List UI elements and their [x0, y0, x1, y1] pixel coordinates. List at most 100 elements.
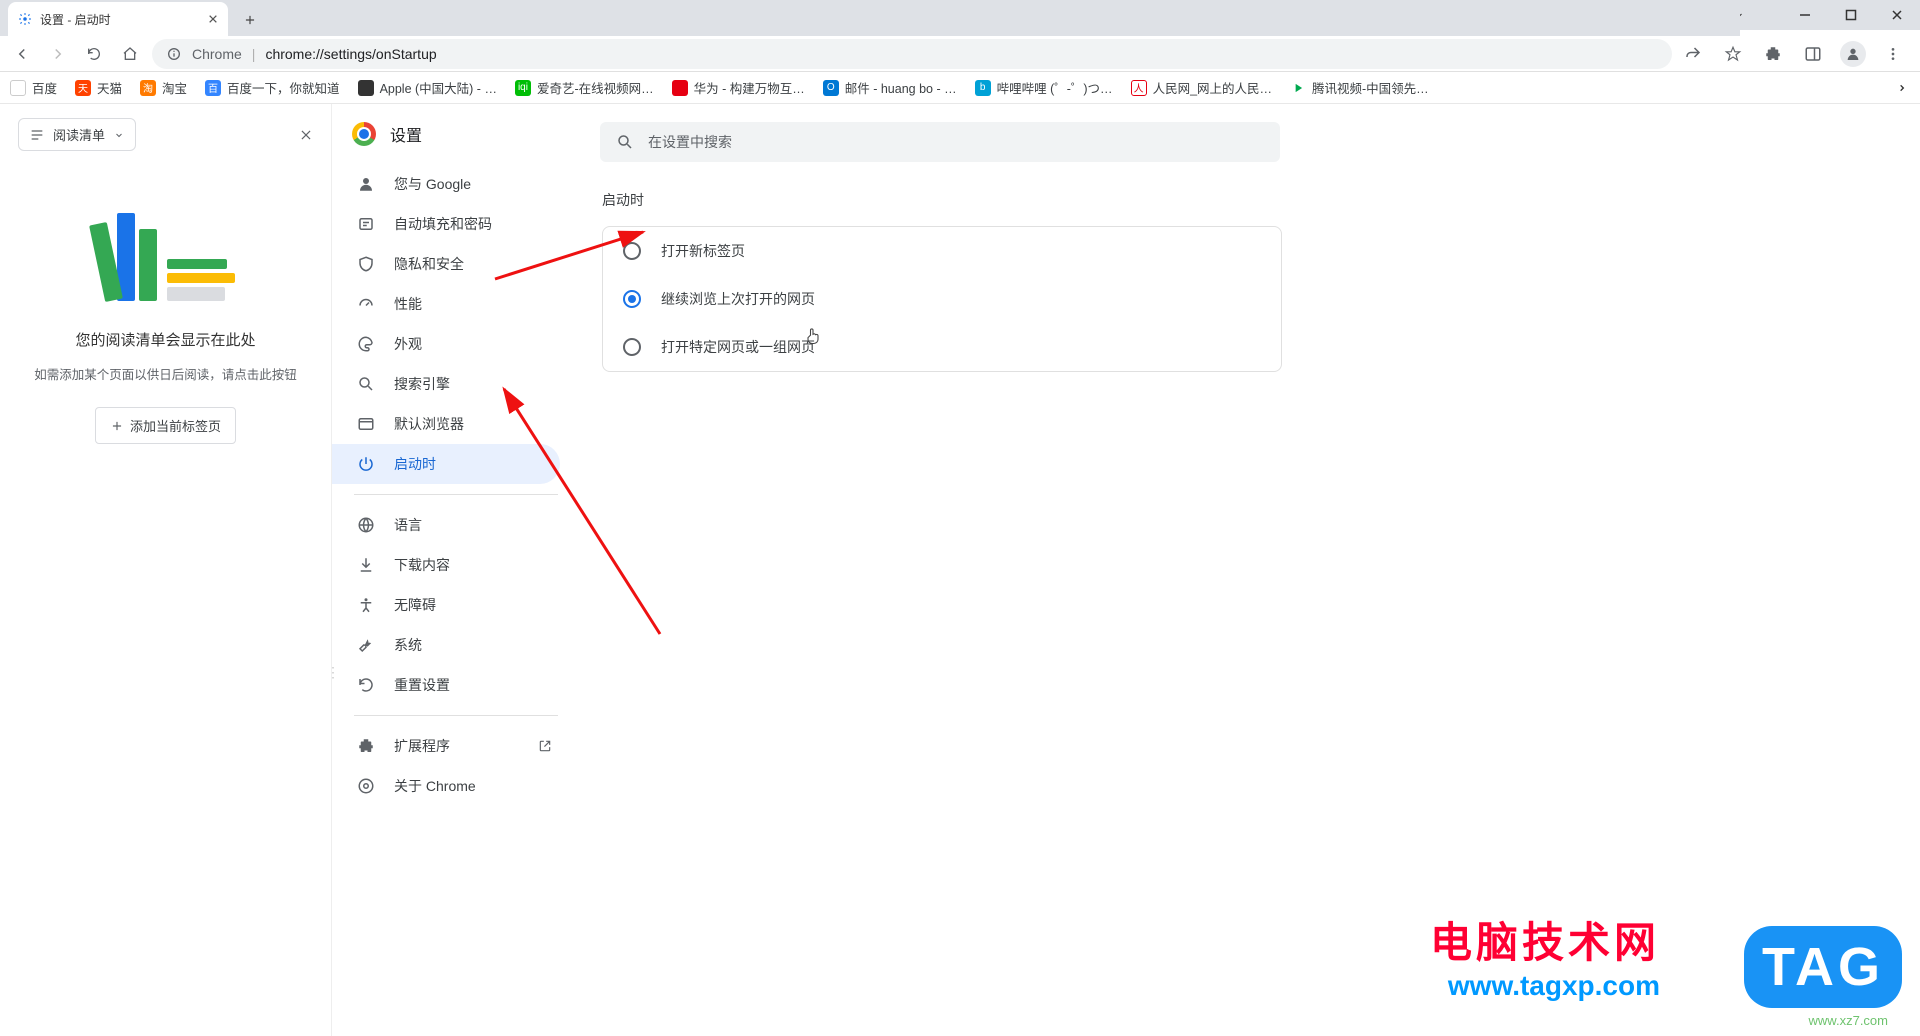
autofill-icon — [356, 214, 376, 234]
reading-list-panel: 阅读清单 您的阅读清单会显示在此处 如需添加某个页面以供日后阅读，请点击此按钮 … — [0, 104, 332, 1036]
nav-search-engine[interactable]: 搜索引擎 — [332, 364, 560, 404]
url-origin: Chrome — [192, 46, 242, 62]
nav-about-chrome[interactable]: 关于 Chrome — [332, 766, 560, 806]
url-path: chrome://settings/onStartup — [265, 46, 436, 62]
bookmark-item[interactable]: 百度 — [10, 78, 57, 97]
bookmark-item[interactable]: 天天猫 — [75, 78, 122, 97]
bookmark-item[interactable]: b哔哩哔哩 (゜-゜)つ… — [975, 78, 1113, 97]
bookmarks-bar: 百度 天天猫 淘淘宝 百百度一下，你就知道 Apple (中国大陆) - … i… — [0, 72, 1920, 104]
section-title: 启动时 — [602, 190, 1920, 210]
bookmark-item[interactable]: 人人民网_网上的人民… — [1131, 78, 1272, 97]
home-button[interactable] — [116, 40, 144, 68]
reading-list-dropdown[interactable]: 阅读清单 — [18, 118, 136, 151]
maximize-icon[interactable] — [1828, 0, 1874, 30]
search-icon — [356, 374, 376, 394]
tab-strip: 设置 - 启动时 — [0, 0, 1740, 36]
bookmark-item[interactable]: 淘淘宝 — [140, 78, 187, 97]
accessibility-icon — [356, 595, 376, 615]
forward-button[interactable] — [44, 40, 72, 68]
sidepanel-toggle-icon[interactable] — [1800, 41, 1826, 67]
power-icon — [356, 454, 376, 474]
bookmark-item[interactable]: 腾讯视频-中国领先… — [1290, 78, 1429, 97]
browser-tab[interactable]: 设置 - 启动时 — [8, 2, 228, 36]
chrome-logo-icon — [352, 122, 376, 146]
nav-reset[interactable]: 重置设置 — [332, 665, 560, 705]
reset-icon — [356, 675, 376, 695]
nav-on-startup[interactable]: 启动时 — [332, 444, 560, 484]
new-tab-button[interactable] — [236, 6, 264, 34]
bookmark-item[interactable]: 百百度一下，你就知道 — [205, 78, 340, 97]
bookmark-item[interactable]: O邮件 - huang bo - … — [823, 78, 957, 97]
bookmarks-overflow-icon[interactable] — [1894, 80, 1910, 96]
shield-icon — [356, 254, 376, 274]
nav-downloads[interactable]: 下载内容 — [332, 545, 560, 585]
search-placeholder: 在设置中搜索 — [648, 132, 732, 152]
settings-main: 在设置中搜索 启动时 打开新标签页 继续浏览上次打开的网页 — [580, 104, 1920, 1036]
gear-icon — [18, 12, 32, 26]
search-icon — [616, 133, 634, 151]
minimize-icon[interactable] — [1782, 0, 1828, 30]
person-icon — [356, 174, 376, 194]
wrench-icon — [356, 635, 376, 655]
reading-list-subtitle: 如需添加某个页面以供日后阅读，请点击此按钮 — [34, 364, 297, 383]
nav-languages[interactable]: 语言 — [332, 505, 560, 545]
speedometer-icon — [356, 294, 376, 314]
nav-accessibility[interactable]: 无障碍 — [332, 585, 560, 625]
chrome-outline-icon — [356, 776, 376, 796]
settings-heading: 设置 — [390, 122, 422, 146]
globe-icon — [356, 515, 376, 535]
watermark-tag: TAG — [1744, 926, 1902, 1008]
radio-checked-icon — [623, 290, 641, 308]
nav-performance[interactable]: 性能 — [332, 284, 560, 324]
panel-resize-handle[interactable]: ⋮ — [326, 664, 338, 681]
back-button[interactable] — [8, 40, 36, 68]
settings-search-box[interactable]: 在设置中搜索 — [600, 122, 1280, 162]
profile-avatar[interactable] — [1840, 41, 1866, 67]
nav-appearance[interactable]: 外观 — [332, 324, 560, 364]
external-link-icon — [538, 739, 552, 753]
nav-default-browser[interactable]: 默认浏览器 — [332, 404, 560, 444]
add-current-tab-button[interactable]: 添加当前标签页 — [95, 407, 236, 444]
close-panel-icon[interactable] — [299, 128, 313, 142]
radio-icon — [623, 242, 641, 260]
nav-system[interactable]: 系统 — [332, 625, 560, 665]
watermark-xz7: www.xz7.com — [1809, 1013, 1888, 1028]
nav-autofill[interactable]: 自动填充和密码 — [332, 204, 560, 244]
nav-extensions[interactable]: 扩展程序 — [332, 726, 560, 766]
address-bar[interactable]: Chrome | chrome://settings/onStartup — [152, 39, 1672, 69]
reading-list-title: 您的阅读清单会显示在此处 — [75, 329, 255, 350]
puzzle-icon — [356, 736, 376, 756]
close-window-icon[interactable] — [1874, 0, 1920, 30]
nav-privacy[interactable]: 隐私和安全 — [332, 244, 560, 284]
watermark-site: 电脑技术网 www.tagxp.com — [1430, 909, 1660, 1002]
nav-you-and-google[interactable]: 您与 Google — [332, 164, 560, 204]
tab-title: 设置 - 启动时 — [40, 11, 111, 28]
extensions-icon[interactable] — [1760, 41, 1786, 67]
option-open-new-tab[interactable]: 打开新标签页 — [603, 227, 1281, 275]
bookmark-item[interactable]: iqi爱奇艺-在线视频网… — [515, 78, 654, 97]
nav-divider — [354, 494, 558, 495]
bookmark-item[interactable]: 华为 - 构建万物互… — [672, 78, 805, 97]
settings-page: 设置 您与 Google 自动填充和密码 隐私和安全 性能 外观 搜索引擎 默认… — [332, 104, 1920, 1036]
reading-list-label: 阅读清单 — [53, 125, 105, 144]
list-icon — [29, 127, 45, 143]
startup-options-card: 打开新标签页 继续浏览上次打开的网页 打开特定网页或一组网页 — [602, 226, 1282, 372]
bookmark-item[interactable]: Apple (中国大陆) - … — [358, 78, 497, 97]
site-info-icon[interactable] — [166, 46, 182, 62]
bookmark-star-icon[interactable] — [1720, 41, 1746, 67]
share-icon[interactable] — [1680, 41, 1706, 67]
browser-toolbar: Chrome | chrome://settings/onStartup — [0, 36, 1920, 72]
plus-icon — [110, 419, 124, 433]
settings-sidebar: 设置 您与 Google 自动填充和密码 隐私和安全 性能 外观 搜索引擎 默认… — [332, 104, 580, 1036]
chevron-down-icon — [113, 129, 125, 141]
palette-icon — [356, 334, 376, 354]
radio-icon — [623, 338, 641, 356]
download-icon — [356, 555, 376, 575]
close-tab-icon[interactable] — [208, 14, 218, 24]
nav-divider — [354, 715, 558, 716]
menu-dots-icon[interactable] — [1880, 41, 1906, 67]
reload-button[interactable] — [80, 40, 108, 68]
option-continue-where-left-off[interactable]: 继续浏览上次打开的网页 — [603, 275, 1281, 323]
reading-list-illustration — [76, 191, 256, 301]
option-open-specific-pages[interactable]: 打开特定网页或一组网页 — [603, 323, 1281, 371]
